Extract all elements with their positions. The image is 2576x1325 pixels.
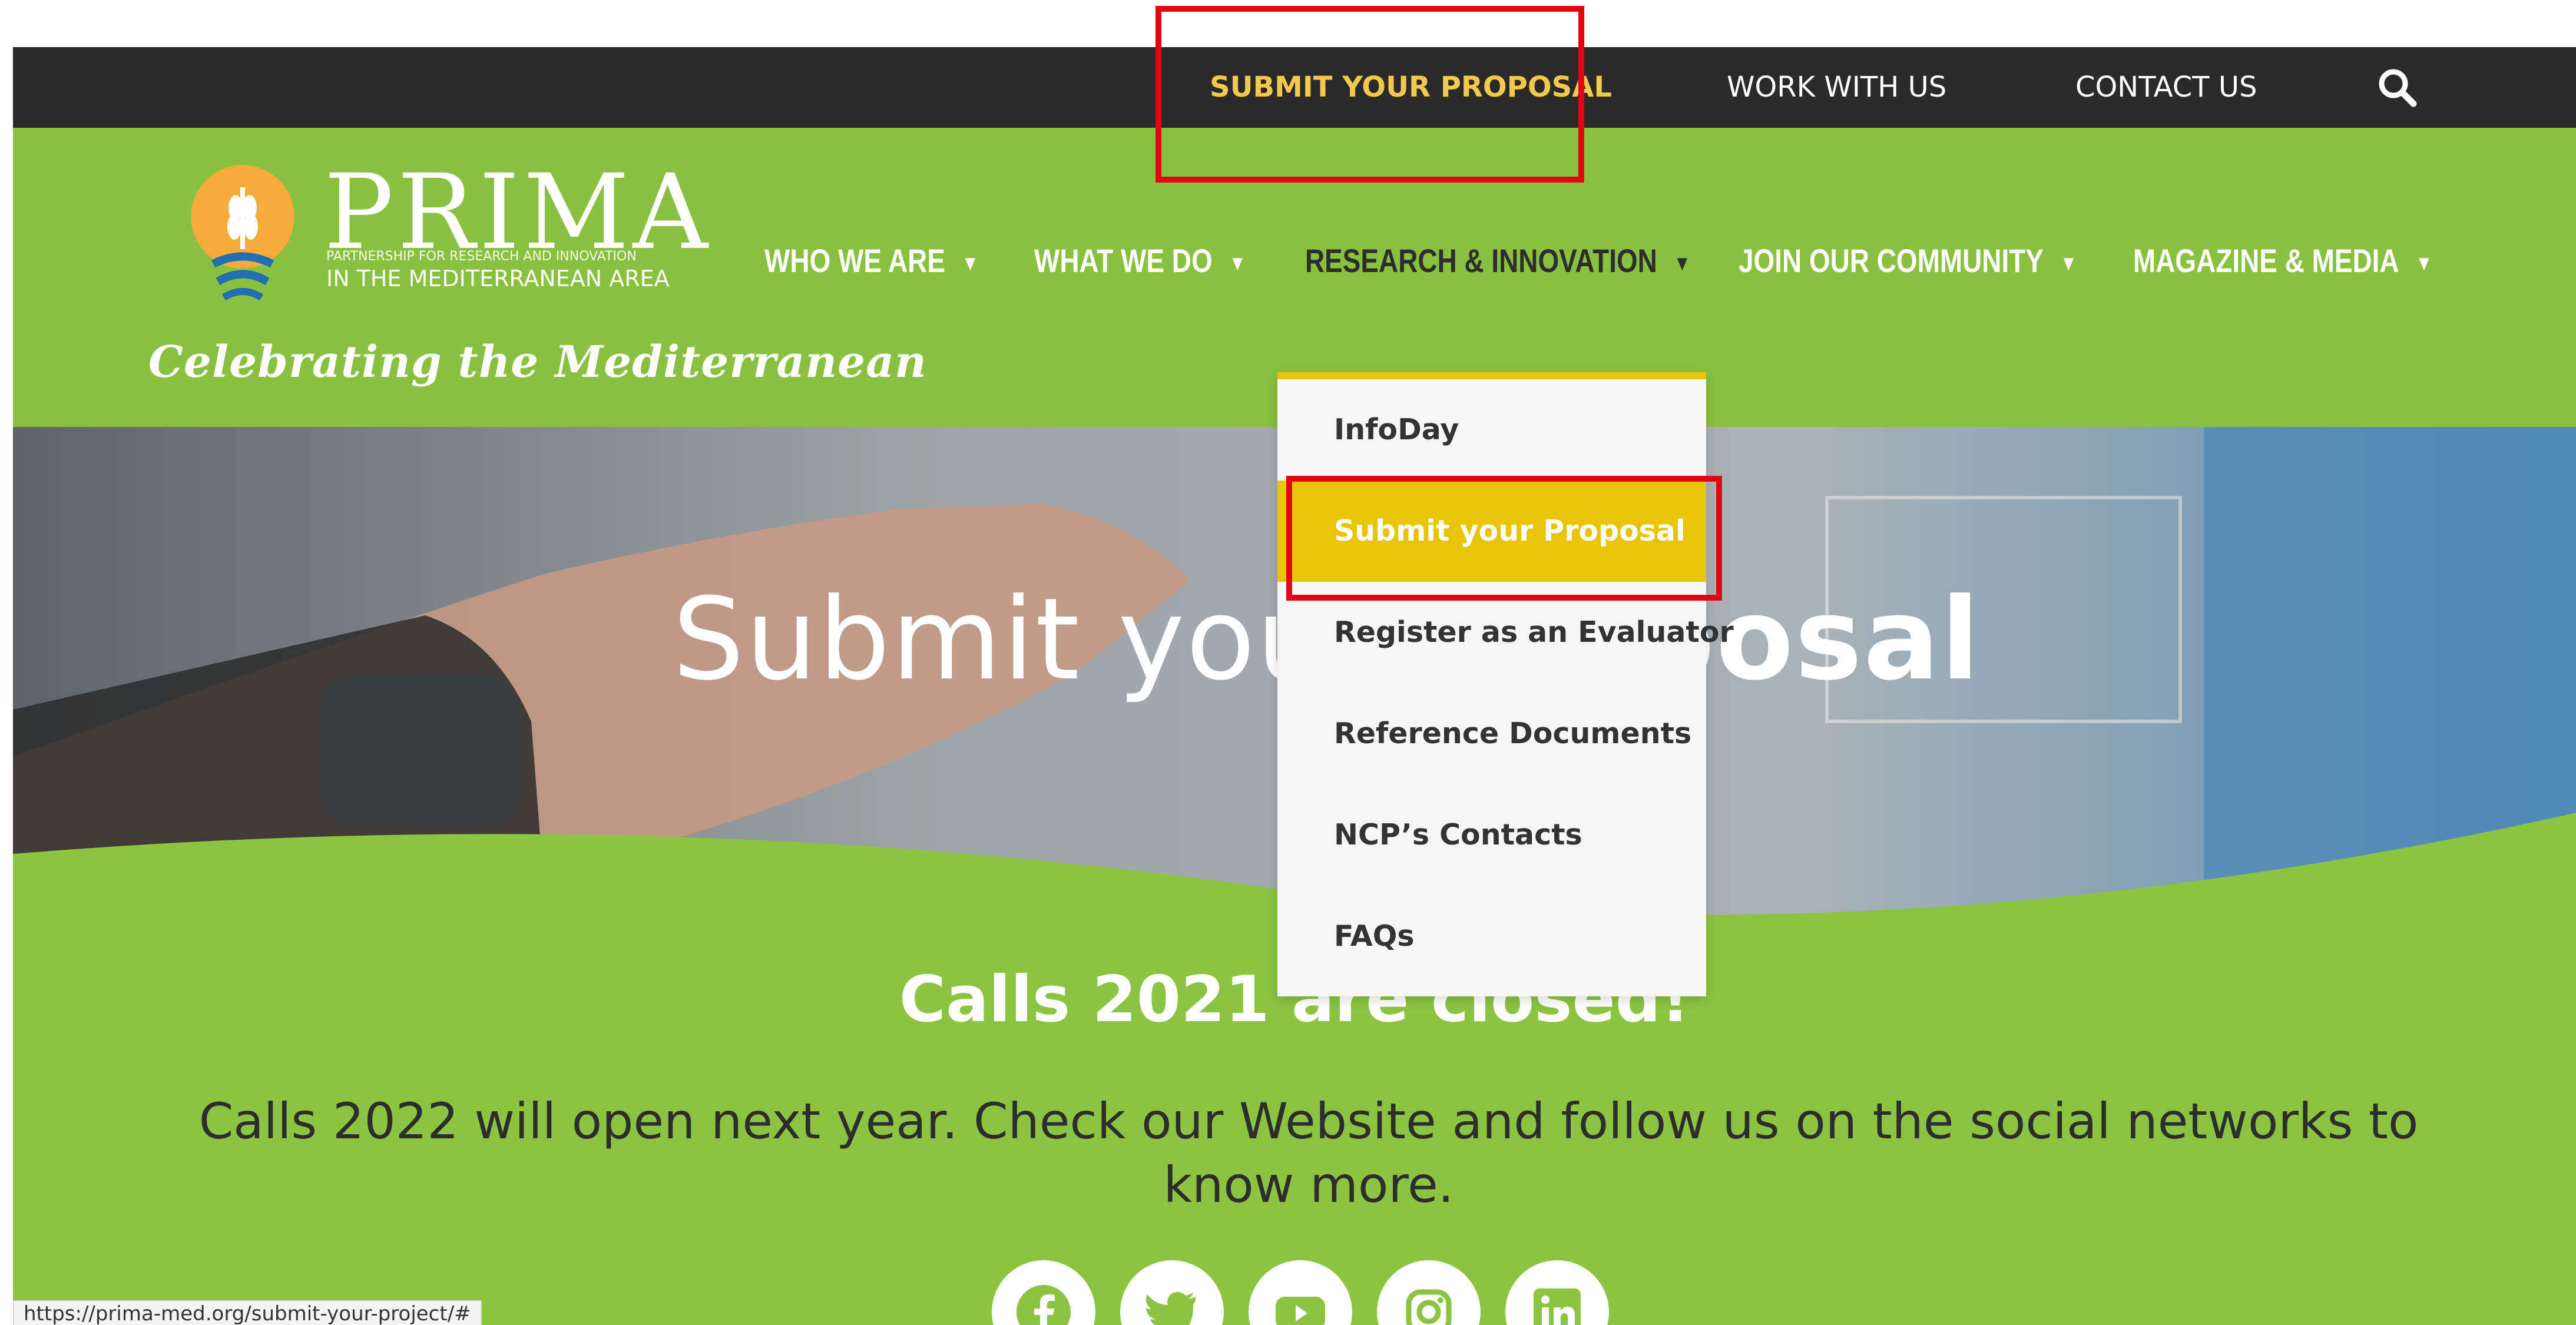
caret-down-icon: ▼ <box>2060 251 2077 276</box>
nav-item-research-innovation[interactable]: RESEARCH & INNOVATION ▼ <box>1305 237 1691 284</box>
dropdown-item-infoday[interactable]: InfoDay <box>1277 379 1706 481</box>
nav-label: WHO WE ARE <box>764 242 945 279</box>
facebook-icon[interactable] <box>992 1260 1095 1325</box>
caret-down-icon: ▼ <box>2415 251 2433 276</box>
web-page: SUBMIT YOUR PROPOSAL WORK WITH US CONTAC… <box>13 0 2576 1325</box>
logo-subtitle-large: IN THE MEDITERRANEAN AREA <box>326 266 670 292</box>
instagram-icon[interactable] <box>1377 1260 1481 1325</box>
youtube-icon[interactable] <box>1249 1260 1352 1325</box>
caret-down-icon: ▼ <box>1229 251 1246 276</box>
caret-down-icon: ▼ <box>1673 251 1691 276</box>
linkedin-icon[interactable] <box>1505 1260 1609 1325</box>
logo-subtitle-small: PARTNERSHIP FOR RESEARCH AND INNOVATION <box>326 249 637 264</box>
caret-down-icon: ▼ <box>961 251 979 276</box>
dropdown-item-reference-documents[interactable]: Reference Documents <box>1277 683 1706 784</box>
nav-label: RESEARCH & INNOVATION <box>1305 242 1657 279</box>
nav-label: WHAT WE DO <box>1034 242 1213 279</box>
nav-label: JOIN OUR COMMUNITY <box>1739 242 2044 279</box>
nav-item-magazine-media[interactable]: MAGAZINE & MEDIA ▼ <box>2133 237 2433 284</box>
annotation-box-dropdown-item <box>1286 476 1722 601</box>
nav-item-join-our-community[interactable]: JOIN OUR COMMUNITY ▼ <box>1739 237 2077 284</box>
top-link-contact-us[interactable]: CONTACT US <box>2075 47 2257 128</box>
calls-text: Calls 2022 will open next year. Check ou… <box>198 1092 2419 1214</box>
annotation-box-top-link <box>1155 6 1584 183</box>
dropdown-item-ncp-contacts[interactable]: NCP’s Contacts <box>1277 784 1706 886</box>
nav-item-what-we-do[interactable]: WHAT WE DO ▼ <box>1034 237 1246 284</box>
logo-sun-icon <box>191 165 294 301</box>
research-innovation-dropdown: InfoDay Submit your Proposal Register as… <box>1277 372 1734 996</box>
dropdown-item-faqs[interactable]: FAQs <box>1277 886 1706 987</box>
nav-item-who-we-are[interactable]: WHO WE ARE ▼ <box>764 237 979 284</box>
status-bar-url: https://prima-med.org/submit-your-projec… <box>13 1300 482 1325</box>
search-icon[interactable] <box>2375 65 2422 112</box>
top-link-work-with-us[interactable]: WORK WITH US <box>1727 47 1946 128</box>
tagline: Celebrating the Mediterranean <box>148 337 927 387</box>
nav-label: MAGAZINE & MEDIA <box>2133 242 2399 279</box>
twitter-icon[interactable] <box>1120 1260 1224 1325</box>
prima-logo[interactable]: PRIMA PARTNERSHIP FOR RESEARCH AND INNOV… <box>190 161 708 314</box>
